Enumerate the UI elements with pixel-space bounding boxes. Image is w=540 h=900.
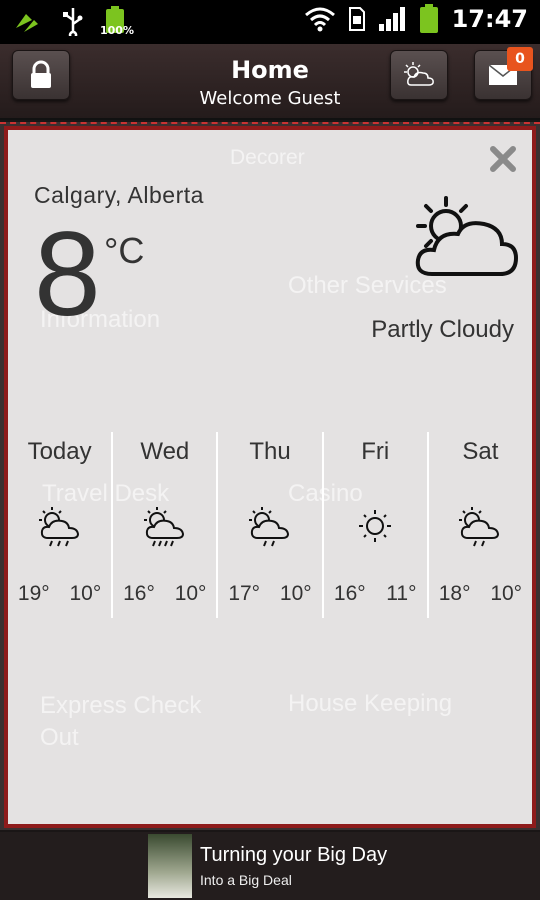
ad-image: [148, 834, 192, 898]
forecast-low: 10°: [490, 582, 523, 605]
forecast-low: 10°: [279, 582, 312, 605]
usb-icon: [63, 8, 83, 36]
forecast-high: 19°: [17, 582, 50, 605]
forecast-high: 16°: [333, 582, 366, 605]
forecast-day-name: Thu: [249, 438, 291, 465]
sun-icon: [359, 510, 392, 542]
menu-item-ghost: Decorer: [230, 146, 305, 169]
forecast-day-name: Fri: [361, 438, 390, 465]
forecast-high: 17°: [228, 582, 261, 605]
sun-cloud-icon: [404, 62, 434, 86]
forecast-day: Fri 16° 11°: [324, 432, 429, 618]
notification-badge: 0: [507, 47, 533, 71]
forecast-low: 11°: [386, 582, 417, 605]
forecast-day-name: Sat: [462, 438, 499, 465]
ad-title: Turning your Big Day: [200, 844, 388, 866]
cell-signal-icon: [378, 7, 405, 31]
close-icon[interactable]: [488, 144, 518, 174]
sim-card-icon: [348, 7, 365, 31]
page-title: Home: [231, 56, 309, 84]
forecast-day: Today 19° 10°: [8, 432, 114, 618]
forecast-day-name: Wed: [140, 438, 190, 465]
forecast-high: 18°: [438, 582, 471, 605]
status-bar: 100% 17:47: [0, 0, 540, 44]
signal-transfer-icon: [16, 14, 38, 32]
sun-cloud-rain-icon: [459, 507, 500, 547]
welcome-text: Welcome Guest: [199, 88, 341, 109]
weather-location: Calgary, Alberta: [34, 182, 204, 208]
battery-icon: [419, 4, 438, 33]
ad-banner[interactable]: Turning your Big Day Into a Big Deal: [0, 832, 540, 900]
menu-item-ghost: House Keeping: [288, 690, 453, 717]
ad-subtitle: Into a Big Deal: [200, 872, 292, 888]
current-temperature: 8: [34, 207, 101, 341]
battery-percent: 100%: [100, 24, 134, 37]
forecast-low: 10°: [174, 582, 207, 605]
wifi-icon: [304, 7, 335, 32]
forecast-day-name: Today: [27, 438, 92, 465]
weather-condition: Partly Cloudy: [371, 316, 514, 343]
weather-button[interactable]: [390, 50, 448, 100]
partly-cloudy-icon: [415, 196, 519, 276]
clock: 17:47: [451, 5, 528, 33]
forecast-row: Today 19° 10° Wed 16° 10° Thu 17° 10° Fr…: [8, 432, 532, 618]
forecast-day: Wed 16° 10°: [113, 432, 219, 618]
menu-item-ghost: Express Check Out: [40, 692, 202, 751]
forecast-high: 16°: [123, 582, 155, 605]
sun-cloud-rain-icon: [38, 507, 79, 547]
temperature-unit: °C: [104, 230, 145, 271]
messages-button[interactable]: 0: [474, 47, 533, 100]
sun-cloud-rain-icon: [143, 507, 184, 547]
app-header: Home Welcome Guest 0: [0, 44, 540, 120]
sun-cloud-rain-icon: [249, 507, 290, 547]
forecast-low: 10°: [69, 582, 102, 605]
forecast-day: Thu 17° 10°: [218, 432, 324, 618]
forecast-day: Sat 18° 10°: [429, 432, 532, 618]
weather-popup: Decorer Other Services Information Trave…: [4, 126, 536, 828]
